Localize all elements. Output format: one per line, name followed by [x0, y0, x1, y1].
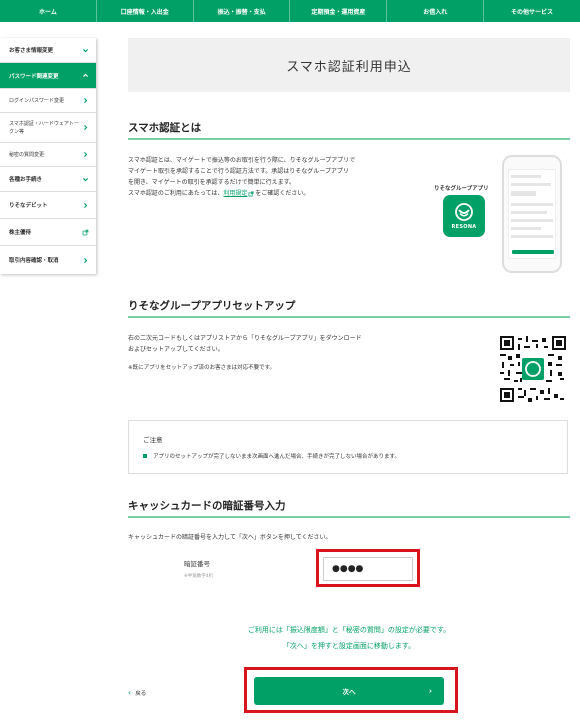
- sidebar-item-shareholder[interactable]: 株主優待: [0, 219, 96, 246]
- nav-home[interactable]: ホーム: [0, 0, 97, 22]
- chevron-down-icon: [80, 45, 90, 55]
- notice-item: アプリのセットアップが完了しないまま次画面へ進んだ場合、手続きが完了しない場合が…: [143, 452, 400, 460]
- section-heading-app-setup: りそなグループアプリセットアップ: [128, 298, 570, 318]
- sidebar-item-label: ログインパスワード変更: [9, 98, 65, 104]
- chevron-left-icon: ‹: [128, 688, 132, 697]
- text-line: およびセットアップしてください。: [128, 346, 224, 353]
- app-icon-text: RESONA: [451, 224, 477, 230]
- sidebar-item-debit[interactable]: りそなデビット: [0, 192, 96, 219]
- bullet-icon: [143, 454, 147, 458]
- text-line: スマホ認証のご利用にあたっては、利用規定 をご確認ください。: [128, 188, 428, 199]
- screen-line: [511, 175, 541, 178]
- text-line: を開き、マイゲートの取引を承認するだけで簡単に行えます。: [128, 179, 295, 186]
- notice-text: アプリのセットアップが完了しないまま次画面へ進んだ場合、手続きが完了しない場合が…: [153, 454, 400, 460]
- pin-input[interactable]: [323, 557, 413, 581]
- back-label: 戻る: [135, 690, 147, 697]
- chevron-right-icon: [80, 123, 90, 133]
- section-heading-text: キャッシュカードの暗証番号入力: [128, 500, 286, 512]
- main-content: スマホ認証利用申込 スマホ認証とは スマホ認証とは、マイゲートで振込等のお取引を…: [128, 38, 570, 541]
- resona-app-icon: RESONA: [443, 195, 485, 237]
- chevron-right-icon: [80, 150, 90, 160]
- external-link-icon: [248, 191, 254, 196]
- sidebar-item-label: 秘密の質問変更: [9, 152, 45, 158]
- terms-link[interactable]: 利用規定: [223, 190, 247, 197]
- sidebar-item-label: 取引内容確認・取消: [9, 258, 59, 264]
- settings-note-line1: ご利用には「振込限度額」と「秘密の質問」の設定が必要です。: [247, 626, 451, 634]
- text-line: 右の二次元コードもしくはアプリストアから「りそなグループアプリ」をダウンロード: [128, 335, 362, 342]
- screen-line: [511, 211, 547, 214]
- qr-code: [500, 336, 566, 402]
- chevron-right-icon: [80, 255, 90, 265]
- page-title: スマホ認証利用申込: [128, 38, 570, 92]
- app-label: りそなグループアプリ: [434, 186, 489, 192]
- section1-description: スマホ認証とは、マイゲートで振込等のお取引を行う際に、りそなグループアプリで マ…: [128, 155, 428, 199]
- screen-line: [511, 235, 553, 238]
- nav-transfer[interactable]: 振込・振替・支払: [194, 0, 291, 22]
- next-button[interactable]: 次へ ›: [254, 677, 444, 705]
- section-heading-text: スマホ認証とは: [128, 122, 202, 134]
- sidebar-item-smartphone-auth[interactable]: スマホ認証・ハードウェアトークン等: [0, 113, 96, 143]
- chevron-up-icon: [80, 71, 90, 81]
- phone-screen: [508, 169, 556, 259]
- notice-box: ご注意 アプリのセットアップが完了しないまま次画面へ進んだ場合、手続きが完了しな…: [128, 420, 568, 474]
- screen-button: [512, 250, 554, 254]
- sidebar-item-label: 各種お手続き: [9, 177, 43, 183]
- screen-line: [511, 227, 541, 230]
- notice-title: ご注意: [143, 436, 163, 444]
- chevron-down-icon: [80, 174, 90, 184]
- section-heading-smartphone-auth: スマホ認証とは: [128, 120, 570, 140]
- nav-deposit[interactable]: 定期預金・運用資産: [290, 0, 388, 22]
- chevron-right-icon: [80, 200, 90, 210]
- pin-label: 暗証番号: [184, 560, 210, 568]
- external-link-icon: [80, 227, 90, 237]
- sidebar-item-label: 株主優待: [9, 230, 32, 236]
- sidebar-item-label: お客さま情報変更: [9, 48, 54, 54]
- sidebar-item-label: スマホ認証・ハードウェアトークン等: [9, 120, 79, 135]
- screen-line: [511, 219, 553, 222]
- smartphone-illustration: [502, 155, 562, 273]
- text-line: マイゲート取引を承認することで行う認証方法です。承認はりそなグループアプリ: [128, 168, 349, 175]
- sidebar-item-customer-info[interactable]: お客さま情報変更: [0, 38, 96, 63]
- section2-note: ※既にアプリをセットアップ済のお客さまは対応不要です。: [128, 365, 276, 371]
- screen-line: [511, 191, 536, 196]
- section-heading-text: りそなグループアプリセットアップ: [128, 300, 296, 312]
- back-link[interactable]: ‹ 戻る: [128, 688, 146, 697]
- sidebar-item-password[interactable]: パスワード関連変更: [0, 63, 96, 89]
- sidebar-item-transaction-history[interactable]: 取引内容確認・取消: [0, 246, 96, 274]
- pin-hint: ※半角数字4桁: [184, 574, 214, 579]
- top-nav: ホーム 口座情報・入出金 振込・振替・支払 定期預金・運用資産 お借入れ その他…: [0, 0, 580, 22]
- screen-line: [511, 183, 551, 186]
- screen-line: [511, 203, 553, 206]
- nav-loan[interactable]: お借入れ: [387, 0, 485, 22]
- nav-account-info[interactable]: 口座情報・入出金: [97, 0, 194, 22]
- text-fragment: スマホ認証のご利用にあたっては、: [128, 190, 224, 197]
- sidebar-item-label: りそなデビット: [9, 203, 48, 209]
- sidebar-item-label: パスワード関連変更: [9, 73, 59, 80]
- nav-other[interactable]: その他サービス: [484, 0, 580, 22]
- resona-logo-icon: [455, 203, 473, 221]
- sidebar-item-login-password[interactable]: ログインパスワード変更: [0, 89, 96, 113]
- pin-instruction: キャッシュカードの暗証番号を入力して「次へ」ボタンを押してください。: [128, 534, 332, 541]
- text-line: スマホ認証とは、マイゲートで振込等のお取引を行う際に、りそなグループアプリで: [128, 157, 356, 164]
- chevron-right-icon: [80, 96, 90, 106]
- next-label: 次へ: [342, 688, 356, 696]
- sidebar-item-procedures[interactable]: 各種お手続き: [0, 167, 96, 192]
- sidebar: お客さま情報変更 パスワード関連変更 ログインパスワード変更 スマホ認証・ハード…: [0, 38, 96, 274]
- settings-note-line2: 「次へ」を押すと設定画面に移動します。: [282, 642, 416, 650]
- chevron-right-icon: ›: [428, 686, 432, 696]
- section2-description: 右の二次元コードもしくはアプリストアから「りそなグループアプリ」をダウンロード …: [128, 333, 448, 355]
- text-fragment: をご確認ください。: [255, 190, 310, 197]
- sidebar-item-secret-question[interactable]: 秘密の質問変更: [0, 143, 96, 167]
- section-heading-pin: キャッシュカードの暗証番号入力: [128, 498, 570, 518]
